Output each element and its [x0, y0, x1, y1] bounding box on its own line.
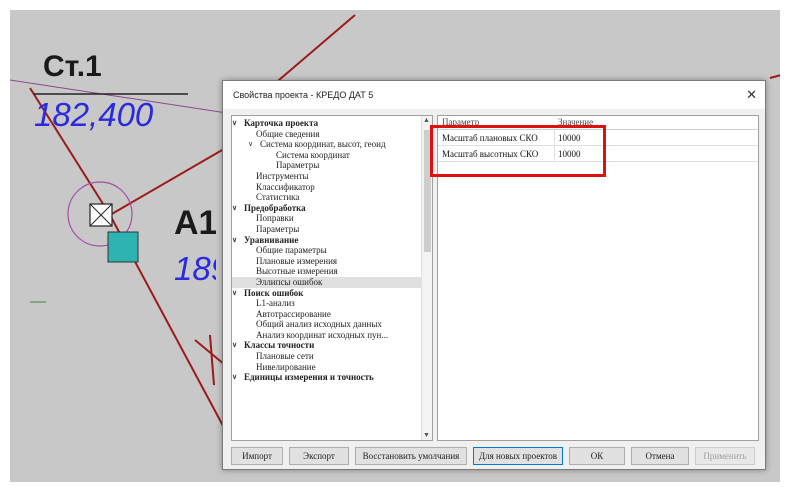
tree-item[interactable]: Плановые измерения: [232, 256, 422, 267]
column-header-value[interactable]: Значение: [558, 117, 593, 127]
chevron-down-icon[interactable]: ∨: [232, 340, 237, 351]
row-value[interactable]: 10000: [558, 133, 581, 143]
restore-defaults-button[interactable]: Восстановить умолчания: [355, 447, 467, 465]
tree-item-label: Инструменты: [256, 170, 309, 181]
point-height-value: 189: [174, 250, 216, 287]
tree-item[interactable]: Система координат: [232, 150, 422, 161]
tree-item-label: Нивелирование: [256, 361, 316, 372]
column-header-parameter[interactable]: Параметр: [442, 117, 479, 127]
tree-item[interactable]: Инструменты: [232, 171, 422, 182]
tree-item-label: Классы точности: [244, 340, 315, 351]
station-label: Ст.1: [43, 50, 102, 83]
chevron-down-icon[interactable]: ∨: [248, 139, 253, 150]
cancel-button[interactable]: Отмена: [631, 447, 689, 465]
ok-button[interactable]: ОК: [569, 447, 625, 465]
apply-button[interactable]: Применить: [695, 447, 755, 465]
close-icon[interactable]: ✕: [746, 87, 757, 103]
settings-tree[interactable]: ∨ Карточка проекта Общие сведения ∨ Система …: [231, 115, 433, 441]
tree-item[interactable]: ∨ Поиск ошибок: [232, 288, 422, 299]
tree-item-label: Карточка проекта: [244, 118, 319, 128]
row-parameter: Масштаб плановых СКО: [442, 133, 538, 143]
tree-item[interactable]: Параметры: [232, 160, 422, 171]
tree-item[interactable]: ∨ Классы точности: [232, 340, 422, 351]
table-row[interactable]: Масштаб плановых СКО 10000: [438, 130, 758, 146]
tree-item[interactable]: ∨ Единицы измерения и точность: [232, 372, 422, 383]
row-parameter: Масштаб высотных СКО: [442, 149, 539, 159]
parameters-grid[interactable]: Параметр Значение Масштаб плановых СКО 1…: [437, 115, 759, 441]
point-label: А1: [174, 204, 216, 242]
chevron-down-icon[interactable]: ∨: [232, 203, 237, 214]
tree-item-label: Статистика: [256, 192, 300, 203]
scroll-down-icon[interactable]: ▼: [423, 432, 430, 439]
table-row[interactable]: Масштаб высотных СКО 10000: [438, 146, 758, 162]
tree-item[interactable]: Анализ координат исходных пун...: [232, 330, 422, 341]
tree-item[interactable]: Общие сведения: [232, 129, 422, 140]
station-height-value: 182,400: [34, 96, 154, 133]
chevron-down-icon[interactable]: ∨: [232, 372, 237, 383]
tree-item-label: Общие сведения: [256, 128, 320, 139]
project-properties-dialog: Свойства проекта - КРЕДО ДАТ 5 ✕ ∨ Карточ…: [222, 80, 766, 470]
tree-item-label: Параметры: [256, 223, 300, 234]
tree-item[interactable]: Нивелирование: [232, 362, 422, 373]
tree-item-label: Поправки: [256, 213, 294, 224]
tree-item[interactable]: ∨ Система координат, высот, геоид: [232, 139, 422, 150]
tree-item-label: Анализ координат исходных пун...: [256, 329, 389, 340]
tree-item-label: Плановые сети: [256, 351, 314, 362]
tree-item-label: Классификатор: [256, 181, 315, 192]
tree-item[interactable]: Общий анализ исходных данных: [232, 319, 422, 330]
chevron-down-icon[interactable]: ∨: [232, 118, 237, 129]
tree-item-label: Уравнивание: [244, 234, 299, 245]
tree-item[interactable]: Плановые сети: [232, 351, 422, 362]
tree-scroll-thumb[interactable]: [424, 130, 431, 252]
tree-item-label: Предобработка: [244, 202, 306, 213]
tree-scrollbar[interactable]: ▲ ▼: [421, 116, 432, 440]
tree-item[interactable]: Классификатор: [232, 182, 422, 193]
tree-item-label: Высотные измерения: [256, 266, 338, 277]
dialog-title: Свойства проекта - КРЕДО ДАТ 5: [233, 90, 374, 100]
tree-item-label: Поиск ошибок: [244, 287, 304, 298]
tree-item-label: Система координат, высот, геоид: [260, 139, 386, 150]
scroll-up-icon[interactable]: ▲: [423, 117, 430, 124]
row-value[interactable]: 10000: [558, 149, 581, 159]
tree-item-label: Плановые измерения: [256, 255, 338, 266]
tree-item-label: L1-анализ: [256, 298, 295, 309]
chevron-down-icon[interactable]: ∨: [232, 288, 237, 299]
tree-item[interactable]: ∨ Карточка проекта: [232, 118, 422, 129]
tree-item-label: Единицы измерения и точность: [244, 372, 374, 383]
tree-item-label: Система координат: [276, 149, 350, 160]
tree-item-label: Общий анализ исходных данных: [256, 319, 382, 330]
settings-tree-list: ∨ Карточка проекта Общие сведения ∨ Система …: [232, 116, 422, 440]
tree-item[interactable]: Параметры: [232, 224, 422, 235]
tree-item[interactable]: L1-анализ: [232, 298, 422, 309]
export-button[interactable]: Экспорт: [289, 447, 349, 465]
tree-item[interactable]: Статистика: [232, 192, 422, 203]
tree-item[interactable]: ∨ Уравнивание: [232, 235, 422, 246]
import-button[interactable]: Импорт: [231, 447, 283, 465]
tree-item[interactable]: Общие параметры: [232, 245, 422, 256]
tree-item[interactable]: Высотные измерения: [232, 266, 422, 277]
tree-item-label: Общие параметры: [256, 245, 327, 256]
grid-header: Параметр Значение: [438, 116, 758, 130]
tree-item-label: Параметры: [276, 160, 320, 171]
dialog-titlebar[interactable]: Свойства проекта - КРЕДО ДАТ 5 ✕: [223, 81, 765, 109]
tree-item[interactable]: Поправки: [232, 213, 422, 224]
tree-item-label: Эллипсы ошибок: [256, 276, 323, 287]
tree-item[interactable]: ∨ Предобработка: [232, 203, 422, 214]
chevron-down-icon[interactable]: ∨: [232, 235, 237, 246]
for-new-projects-button[interactable]: Для новых проектов: [473, 447, 563, 465]
tree-item[interactable]: Автотрассирование: [232, 309, 422, 320]
tree-item[interactable]: Эллипсы ошибок: [232, 276, 422, 288]
tree-item-label: Автотрассирование: [256, 308, 331, 319]
